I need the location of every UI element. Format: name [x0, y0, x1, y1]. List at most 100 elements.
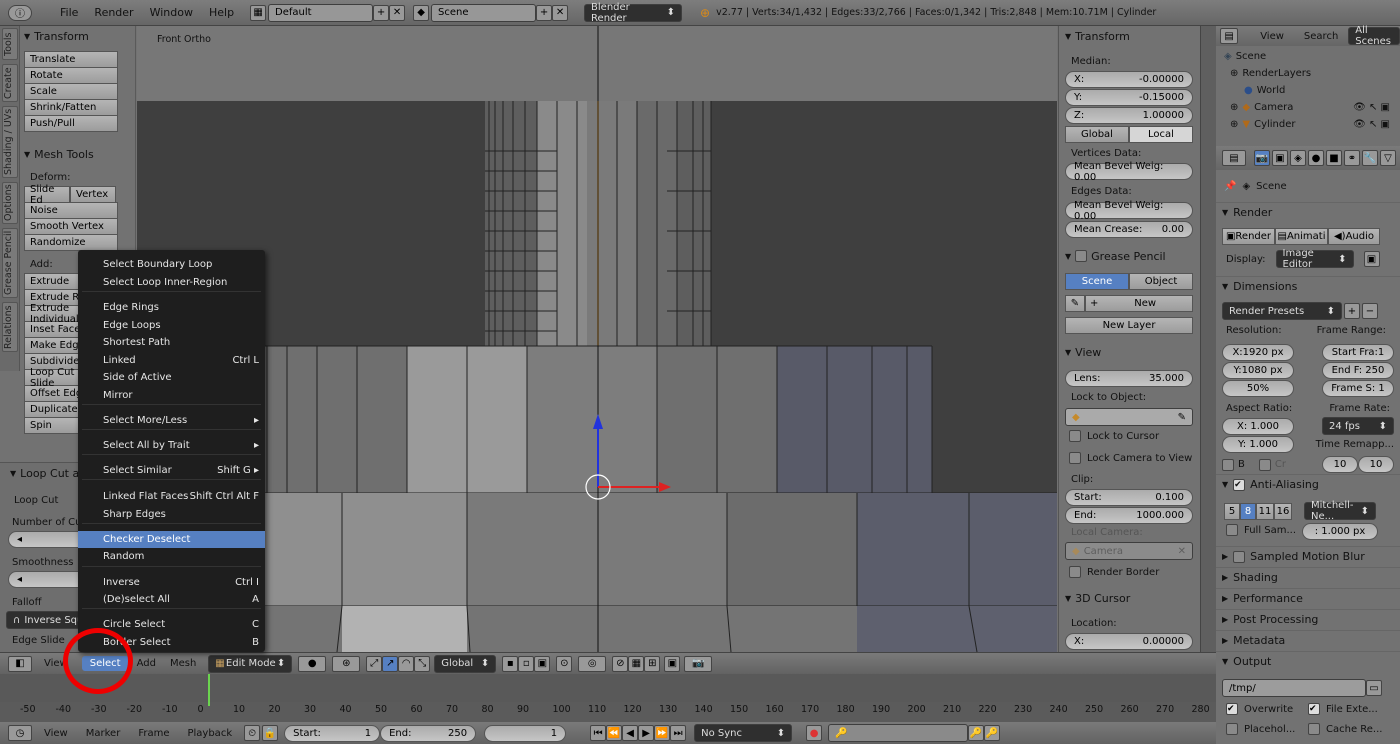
- render-preview-icon[interactable]: ▣: [664, 655, 681, 672]
- lock-frame-icon[interactable]: 🔒: [262, 725, 279, 741]
- add-menu[interactable]: Add: [137, 658, 156, 669]
- rotate-manipulator-icon[interactable]: ◠: [398, 655, 415, 672]
- push-pull-button[interactable]: Push/Pull: [24, 115, 118, 132]
- mean-bevel-vertex-field[interactable]: Mean Bevel Weig: 0.00: [1065, 161, 1193, 183]
- render-button[interactable]: ▣ Render: [1222, 228, 1275, 245]
- end-frame-field-timeline[interactable]: End: 250: [380, 724, 477, 742]
- remap-new-field[interactable]: 10: [1358, 456, 1394, 473]
- frame-step-field[interactable]: Frame S: 1: [1322, 380, 1394, 397]
- face-select-icon[interactable]: ▣: [534, 655, 551, 672]
- timeline-view-menu[interactable]: View: [44, 728, 68, 739]
- opengl-render-icon[interactable]: 📷: [684, 655, 713, 672]
- global-button[interactable]: Global: [1065, 126, 1129, 143]
- current-frame-field[interactable]: 1: [484, 724, 567, 742]
- render-engine-select[interactable]: Blender Render ⬍: [584, 2, 683, 24]
- cursor-x-field[interactable]: X: 0.00000: [1065, 633, 1193, 650]
- start-frame-field-timeline[interactable]: Start: 1: [284, 724, 381, 742]
- aa-5-button[interactable]: 5: [1224, 502, 1240, 520]
- pivot-point-icon[interactable]: ⊛: [332, 655, 361, 672]
- limit-selection-icon[interactable]: ⊙: [556, 655, 573, 672]
- prev-keyframe-icon[interactable]: ⏪: [606, 725, 623, 741]
- render-border-checkbox[interactable]: Render Border: [1069, 566, 1159, 578]
- add-scene-icon[interactable]: +: [536, 4, 553, 21]
- snap-icon[interactable]: ⊘: [612, 655, 629, 672]
- start-frame-field[interactable]: Start Fra:1: [1322, 344, 1394, 361]
- next-keyframe-icon[interactable]: ⏩: [654, 725, 671, 741]
- remove-layout-icon[interactable]: ✕: [389, 4, 406, 21]
- world-tab-icon[interactable]: ●: [1308, 150, 1324, 166]
- menu-render[interactable]: Render: [86, 6, 141, 19]
- border-checkbox[interactable]: [1222, 458, 1234, 471]
- shading-header[interactable]: ▶ Shading: [1216, 567, 1400, 587]
- snap-element-icon[interactable]: ▦: [628, 655, 645, 672]
- scene-select[interactable]: Scene: [431, 3, 537, 22]
- aa-11-button[interactable]: 11: [1256, 502, 1274, 520]
- render-panel-header[interactable]: ▼ Render: [1216, 202, 1400, 222]
- lock-to-cursor-checkbox[interactable]: Lock to Cursor: [1069, 430, 1159, 442]
- lock-camera-checkbox[interactable]: Lock Camera to View: [1069, 452, 1192, 464]
- scale-button[interactable]: Scale: [24, 83, 118, 100]
- outliner-editor-icon[interactable]: ▤: [1220, 28, 1239, 44]
- clip-end-field[interactable]: End: 1000.000: [1065, 507, 1193, 524]
- smooth-vertex-button[interactable]: Smooth Vertex: [24, 218, 118, 235]
- mesh-menu[interactable]: Mesh: [170, 658, 196, 669]
- info-icon[interactable]: ⓘ: [8, 4, 32, 21]
- outliner-item-world[interactable]: ● World: [1224, 82, 1400, 99]
- add-preset-icon[interactable]: +: [1344, 303, 1360, 319]
- menu-item-linked[interactable]: Linked Ctrl L: [78, 352, 265, 369]
- anti-aliasing-header[interactable]: ▼ ✔ Anti-Aliasing: [1216, 474, 1400, 494]
- new-grease-button[interactable]: + New: [1085, 295, 1193, 312]
- scene-tab-icon[interactable]: ◈: [1290, 150, 1306, 166]
- aspect-y-field[interactable]: Y: 1.000: [1222, 436, 1294, 453]
- randomize-button[interactable]: Randomize: [24, 234, 118, 251]
- menu-item-select-similar[interactable]: Select Similar Shift G ▸: [78, 462, 265, 479]
- timeline-editor-icon[interactable]: ◷: [8, 725, 32, 741]
- tab-relations[interactable]: Relations: [2, 302, 18, 352]
- properties-editor-icon[interactable]: ▤: [1222, 150, 1246, 166]
- outliner-view-menu[interactable]: View: [1260, 31, 1284, 42]
- scene-icon[interactable]: ◆: [413, 4, 430, 21]
- slide-vertex-button[interactable]: Vertex: [70, 186, 116, 203]
- animation-button[interactable]: ▤ Animati: [1275, 228, 1328, 245]
- tab-tools[interactable]: Tools: [2, 28, 18, 60]
- object-tab-icon[interactable]: ■: [1326, 150, 1342, 166]
- menu-item-select-boundary-loop[interactable]: Select Boundary Loop: [78, 256, 265, 273]
- insert-keyframe-icon[interactable]: 🔑: [968, 725, 985, 741]
- preview-range-icon[interactable]: ⏲: [244, 725, 261, 741]
- jump-end-icon[interactable]: ⏭: [670, 725, 687, 741]
- display-select[interactable]: Image Editor ⬍: [1275, 248, 1354, 270]
- output-path-field[interactable]: /tmp/: [1222, 679, 1366, 697]
- mean-bevel-edge-field[interactable]: Mean Bevel Weig: 0.00: [1065, 200, 1193, 222]
- full-sample-checkbox[interactable]: Full Sam...: [1226, 524, 1296, 536]
- resolution-x-field[interactable]: X:1920 px: [1222, 344, 1294, 361]
- end-frame-field[interactable]: End F: 250: [1322, 362, 1394, 379]
- crop-checkbox[interactable]: [1258, 458, 1271, 471]
- play-icon[interactable]: ▶: [638, 725, 655, 741]
- delete-keyframe-icon[interactable]: 🔑: [984, 725, 1001, 741]
- tab-shading-uvs[interactable]: Shading / UVs: [2, 106, 18, 178]
- edge-select-icon[interactable]: ▫: [518, 655, 535, 672]
- timeline[interactable]: -50 -40 -30 -20 -10 0 10 20 30 40 50 60 70 80 90 100 110…: [0, 674, 1216, 722]
- aa-16-button[interactable]: 16: [1274, 502, 1292, 520]
- median-z-field[interactable]: Z: 1.00000: [1065, 107, 1193, 124]
- new-layer-button[interactable]: New Layer: [1065, 317, 1193, 334]
- vertex-select-icon[interactable]: ▪: [502, 655, 519, 672]
- manipulator-icon[interactable]: ⤢: [366, 655, 383, 672]
- file-extensions-checkbox[interactable]: ✔ File Exte...: [1308, 703, 1378, 715]
- menu-item-linked-flat-faces[interactable]: Linked Flat Faces Shift Ctrl Alt F: [78, 488, 265, 505]
- menu-item-mirror[interactable]: Mirror: [78, 387, 265, 404]
- menu-file[interactable]: File: [52, 6, 86, 19]
- cache-result-checkbox[interactable]: Cache Re...: [1308, 723, 1382, 735]
- 3d-viewport[interactable]: Front Ortho: [137, 26, 1057, 652]
- tab-options[interactable]: Options: [2, 182, 18, 224]
- viewport-shading-icon[interactable]: ●: [298, 655, 327, 672]
- screen-layout-icon[interactable]: ▦: [250, 4, 267, 21]
- folder-icon[interactable]: ▭: [1366, 680, 1382, 696]
- translate-button[interactable]: Translate: [24, 51, 118, 68]
- outliner-item-camera[interactable]: ⊕ ◆ Camera 👁 ↖ ▣: [1224, 99, 1400, 116]
- menu-item-checker-deselect[interactable]: Checker Deselect: [78, 531, 265, 548]
- menu-item-inverse[interactable]: Inverse Ctrl I: [78, 574, 265, 591]
- post-processing-header[interactable]: ▶ Post Processing: [1216, 609, 1400, 629]
- marker-menu[interactable]: Marker: [86, 728, 121, 739]
- play-reverse-icon[interactable]: ◀: [622, 725, 639, 741]
